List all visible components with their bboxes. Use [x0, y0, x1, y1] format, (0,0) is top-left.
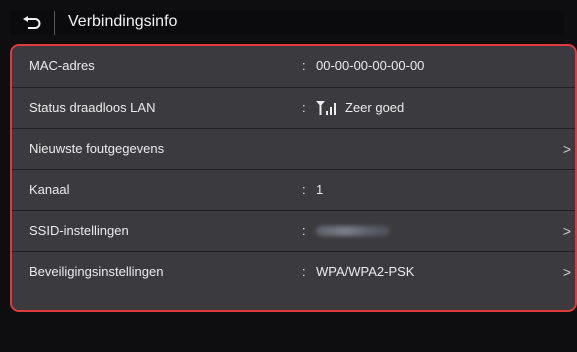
chevron-right-icon: >	[562, 264, 571, 280]
row-channel: Kanaal : 1	[12, 169, 575, 209]
chevron-right-icon: >	[562, 141, 571, 157]
channel-value: 1	[316, 182, 324, 197]
back-button[interactable]	[10, 11, 55, 35]
row-ssid-settings[interactable]: SSID-instellingen : >	[12, 210, 575, 250]
row-latest-error-info[interactable]: Nieuwste foutgegevens >	[12, 128, 575, 168]
obscured-ssid	[316, 226, 390, 236]
row-label: Status draadloos LAN	[29, 100, 156, 115]
row-mac-address: MAC-adres : 00-00-00-00-00-00	[12, 46, 575, 86]
back-arrow-icon	[23, 16, 41, 29]
row-label: MAC-adres	[29, 58, 95, 73]
mac-address-value: 00-00-00-00-00-00	[316, 58, 425, 73]
row-label: SSID-instellingen	[29, 223, 129, 238]
security-value: WPA/WPA2-PSK	[316, 264, 415, 279]
row-colon: :	[302, 182, 306, 197]
row-colon: :	[302, 223, 306, 238]
row-label: Beveiligingsinstellingen	[29, 264, 164, 279]
connection-info-list: MAC-adres : 00-00-00-00-00-00 Status dra…	[10, 44, 577, 312]
row-wireless-lan-status: Status draadloos LAN : Zeer goed	[12, 87, 575, 127]
row-label: Nieuwste foutgegevens	[29, 141, 165, 156]
wifi-signal-icon	[316, 101, 336, 115]
wireless-status-value: Zeer goed	[345, 100, 405, 115]
page-title: Verbindingsinfo	[68, 13, 178, 30]
row-security-settings[interactable]: Beveiligingsinstellingen : WPA/WPA2-PSK …	[12, 251, 575, 310]
title-bar: Verbindingsinfo	[10, 11, 564, 35]
ssid-value	[316, 211, 390, 251]
row-colon: :	[302, 58, 306, 73]
row-label: Kanaal	[29, 182, 70, 197]
row-colon: :	[302, 264, 306, 279]
bottom-bar	[0, 318, 577, 352]
row-colon: :	[302, 100, 306, 115]
wireless-status-value-group: Zeer goed	[316, 88, 404, 128]
chevron-right-icon: >	[562, 223, 571, 239]
